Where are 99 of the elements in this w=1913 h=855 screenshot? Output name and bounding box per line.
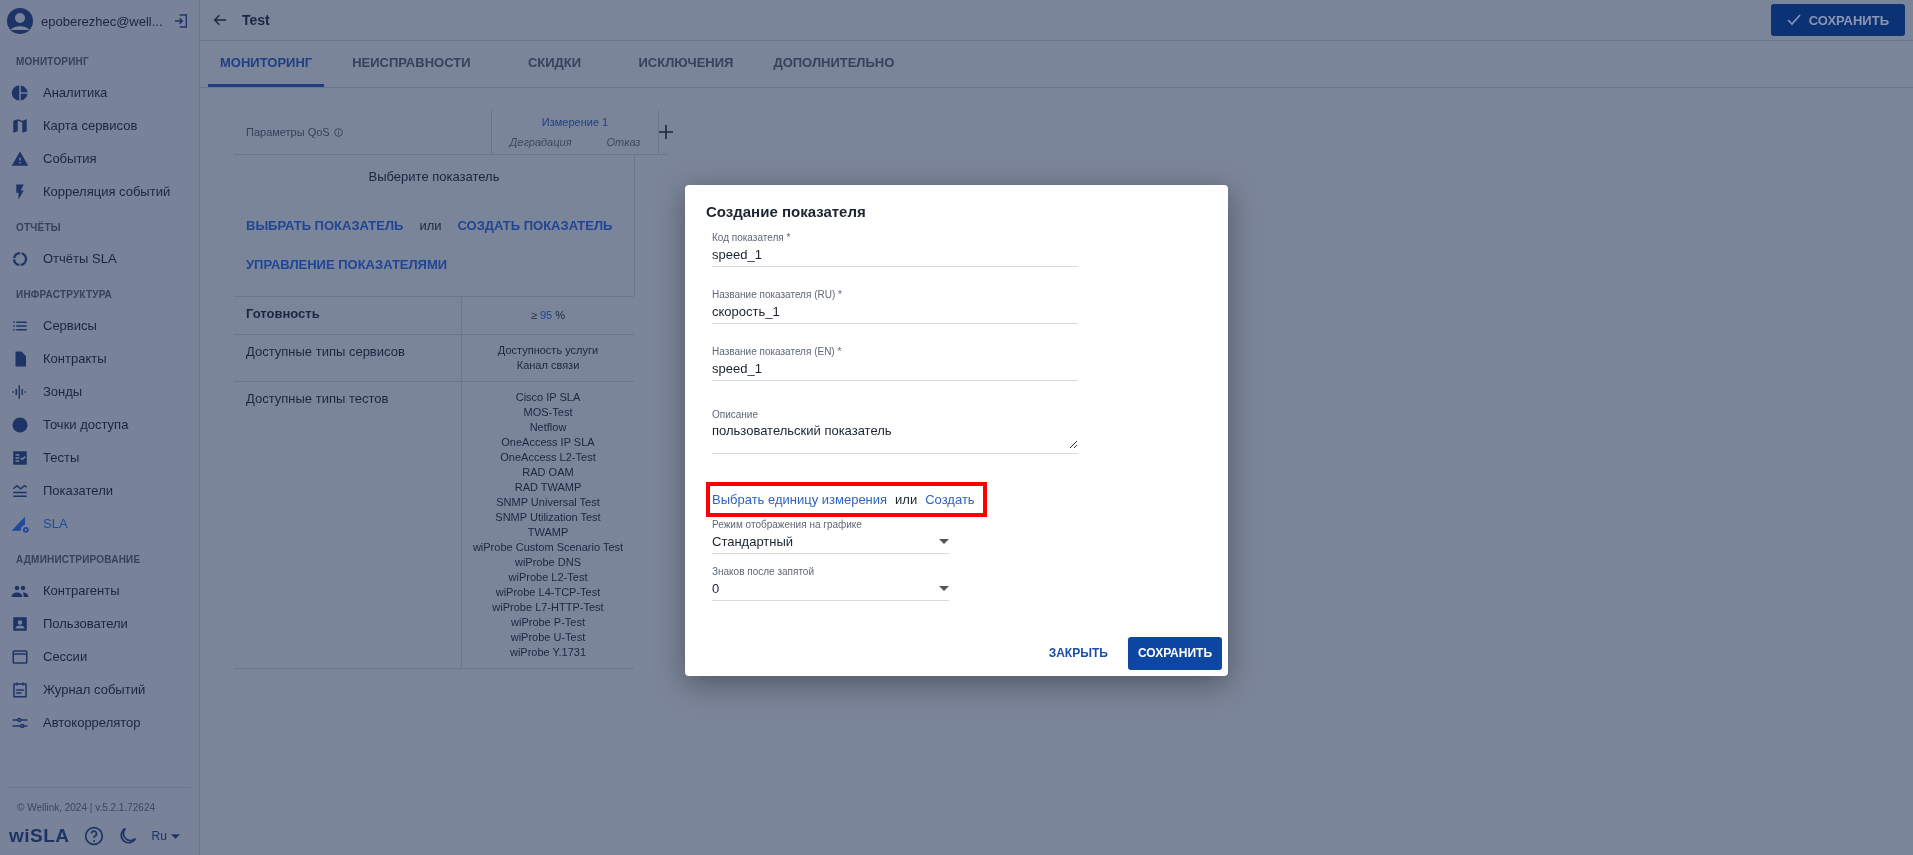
resize-handle-icon[interactable] — [1069, 440, 1078, 449]
add-icon[interactable] — [659, 125, 673, 139]
type-name: wiProbe Custom Scenario Test — [472, 541, 624, 553]
create-metric-link[interactable]: СОЗДАТЬ ПОКАЗАТЕЛЬ — [457, 218, 613, 233]
or-text: или — [895, 492, 918, 507]
type-name: wiProbe DNS — [515, 556, 581, 568]
user-card-icon — [11, 614, 29, 633]
nav-item[interactable]: Тесты — [0, 441, 199, 474]
nav-item[interactable]: Точки доступа — [0, 408, 199, 441]
type-name: RAD TWAMP — [514, 481, 582, 493]
type-name: wiProbe P-Test — [511, 616, 585, 628]
signal-bars-icon — [11, 382, 29, 401]
row-label: Доступные типы сервисов — [246, 344, 405, 359]
row-label: Доступные типы тестов — [246, 391, 389, 406]
moon-icon[interactable] — [117, 826, 138, 846]
type-name: wiProbe U-Test — [510, 631, 586, 643]
input-field[interactable]: Код показателя * speed_1 — [712, 232, 1078, 267]
warning-icon — [11, 149, 29, 168]
nav-item[interactable]: Сервисы — [0, 309, 199, 342]
version-text: © Wellink, 2024 | v.5.2.1.72624 — [8, 787, 191, 821]
type-name: wiProbe L4-TCP-Test — [495, 586, 601, 598]
info-icon[interactable] — [333, 127, 343, 137]
logo: wiSLA — [9, 825, 70, 847]
type-name: wiProbe L7-HTTP-Test — [492, 601, 604, 613]
input-field[interactable]: Название показателя (RU) * скорость_1 — [712, 289, 1078, 324]
section-heading: ИНФРАСТРУКТУРА — [15, 288, 114, 302]
nav-item[interactable]: Карта сервисов — [0, 109, 199, 142]
logout-icon[interactable] — [173, 13, 189, 29]
back-arrow-icon[interactable] — [212, 12, 228, 28]
tab[interactable]: ДОПОЛНИТЕЛЬНО — [761, 41, 907, 87]
nav-item[interactable]: Отчёты SLA — [0, 242, 199, 275]
column-header: Деградация — [509, 136, 572, 148]
tab[interactable]: НЕИСПРАВНОСТИ — [340, 41, 483, 87]
avatar-icon[interactable] — [6, 7, 34, 35]
nav-item[interactable]: Журнал событий — [0, 673, 199, 706]
dropdown-field[interactable]: Режим отображения на графике Стандартный — [712, 519, 949, 554]
row-label: Готовность — [246, 306, 320, 321]
nav-item[interactable]: Контракты — [0, 342, 199, 375]
tab[interactable]: ИСКЛЮЧЕНИЯ — [626, 41, 746, 87]
user-email: epoberezhec@well... — [41, 13, 164, 29]
nav-item[interactable]: События — [0, 142, 199, 175]
nav-item[interactable]: Зонды — [0, 375, 199, 408]
save-button[interactable]: СОХРАНИТЬ — [1770, 4, 1905, 36]
nav-item[interactable]: SLA — [0, 507, 199, 540]
calendar-icon — [11, 680, 29, 699]
section-heading: МОНИТОРИНГ — [15, 55, 90, 69]
type-name: Доступность услуги — [497, 344, 599, 356]
nav-item[interactable]: Пользователи — [0, 607, 199, 640]
pie-chart-icon — [11, 83, 29, 102]
circle-icon — [11, 415, 29, 434]
or-text: или — [419, 218, 442, 233]
section-heading: ОТЧЁТЫ — [15, 220, 62, 235]
save-button[interactable]: СОХРАНИТЬ — [1127, 636, 1222, 670]
nav-item[interactable]: Аналитика — [0, 76, 199, 109]
select-metric-link[interactable]: ВЫБРАТЬ ПОКАЗАТЕЛЬ — [246, 218, 404, 233]
placeholder-text: Выберите показатель — [368, 169, 500, 184]
nav-item[interactable]: Корреляция событий — [0, 175, 199, 208]
help-icon[interactable] — [83, 826, 104, 846]
language-dropdown[interactable]: Ru — [151, 829, 180, 843]
window-icon — [11, 647, 29, 666]
type-name: OneAccess IP SLA — [501, 436, 595, 448]
type-name: MOS-Test — [523, 406, 573, 418]
type-name: RAD OAM — [522, 466, 574, 478]
type-name: SNMP Universal Test — [496, 496, 600, 508]
column-header: Отказ — [606, 136, 641, 148]
tab[interactable]: МОНИТОРИНГ — [208, 41, 325, 87]
type-name: wiProbe L2-Test — [508, 571, 588, 583]
check-icon — [1786, 14, 1801, 26]
checklist-icon — [11, 448, 29, 467]
dialog-title: Создание показателя — [706, 203, 867, 220]
type-name: OneAccess L2-Test — [500, 451, 596, 463]
create-unit-link[interactable]: Создать — [925, 492, 975, 507]
caret-icon — [939, 538, 949, 544]
caret-icon — [939, 585, 949, 591]
caret-icon — [170, 833, 180, 839]
description-field[interactable]: Описание пользовательский показатель — [712, 409, 1078, 454]
ring-icon — [11, 249, 29, 268]
type-name: Канал связи — [516, 359, 580, 371]
type-name: Cisco IP SLA — [515, 391, 581, 403]
page-title: Test — [242, 12, 271, 28]
select-unit-link[interactable]: Выбрать единицу измерения — [712, 492, 888, 507]
section-heading: АДМИНИСТРИРОВАНИЕ — [15, 553, 142, 567]
measurement-header: Измерение 1 — [541, 116, 609, 128]
manage-metrics-link[interactable]: УПРАВЛЕНИЕ ПОКАЗАТЕЛЯМИ — [246, 257, 448, 272]
type-name: TWAMP — [527, 526, 569, 538]
nav-item[interactable]: Контрагенты — [0, 574, 199, 607]
type-name: Netflow — [529, 421, 567, 433]
tab[interactable]: СКИДКИ — [498, 41, 611, 87]
dropdown-field[interactable]: Знаков после запятой 0 — [712, 566, 949, 601]
nav-item[interactable]: Показатели — [0, 474, 199, 507]
input-field[interactable]: Название показателя (EN) * speed_1 — [712, 346, 1078, 381]
nav-item[interactable]: Сессии — [0, 640, 199, 673]
map-icon — [11, 116, 29, 135]
close-button[interactable]: ЗАКРЫТЬ — [1040, 636, 1116, 670]
nav-item[interactable]: Автокоррелятор — [0, 706, 199, 739]
type-name: wiProbe Y.1731 — [509, 646, 586, 658]
threshold-value: ≥ 95 % — [530, 309, 566, 321]
type-name: SNMP Utilization Test — [495, 511, 601, 523]
column-header: Параметры QoS — [246, 126, 330, 138]
